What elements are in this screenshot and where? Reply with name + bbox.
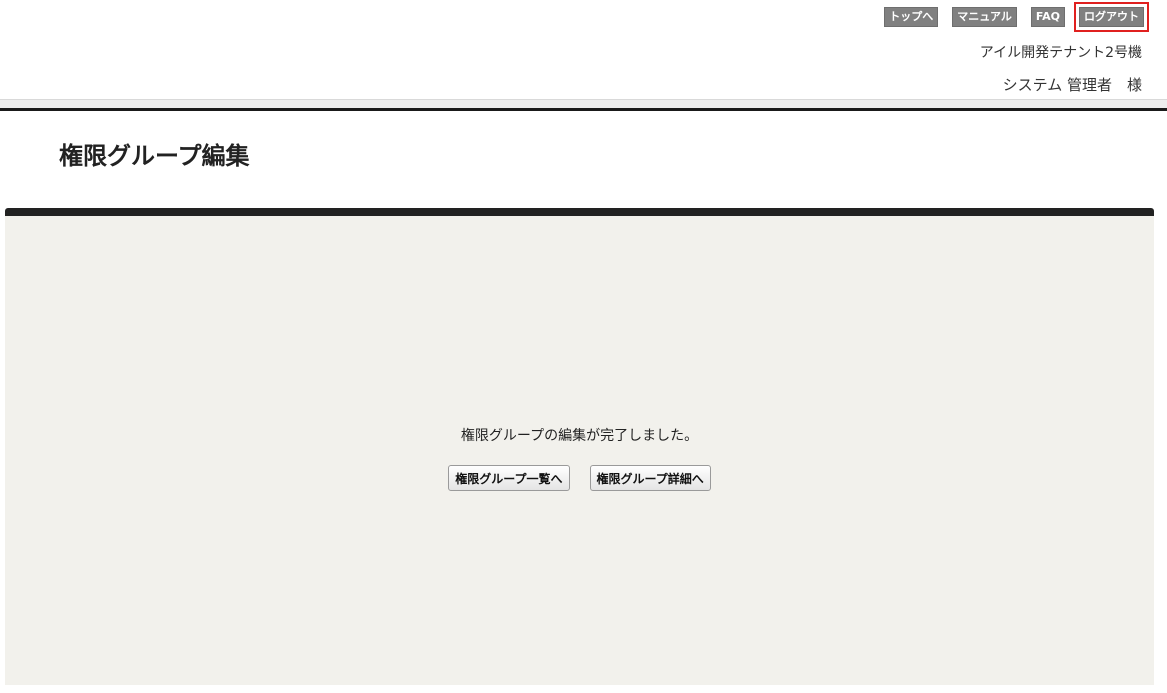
top-link[interactable]: トップへ [884,7,939,27]
header: トップへ マニュアル FAQ ログアウト アイル開発テナント2号機 システム 管… [0,0,1167,112]
group-list-button[interactable]: 権限グループ一覧へ [448,465,570,491]
group-detail-button[interactable]: 権限グループ詳細へ [589,465,711,491]
action-buttons: 権限グループ一覧へ 権限グループ詳細へ [5,465,1154,491]
faq-link[interactable]: FAQ [1030,7,1065,27]
completion-panel: 権限グループの編集が完了しました。 権限グループ一覧へ 権限グループ詳細へ [5,208,1154,685]
logout-link[interactable]: ログアウト [1074,2,1149,32]
page-title: 権限グループ編集 [59,142,250,170]
manual-link[interactable]: マニュアル [952,7,1017,27]
top-nav: トップへ マニュアル FAQ ログアウト [870,2,1149,32]
tenant-name: アイル開発テナント2号機 [979,45,1142,61]
header-divider-dark [0,108,1167,111]
header-divider-light [0,99,1167,108]
user-name: システム 管理者 様 [1002,76,1142,94]
completion-message: 権限グループの編集が完了しました。 [460,428,699,444]
